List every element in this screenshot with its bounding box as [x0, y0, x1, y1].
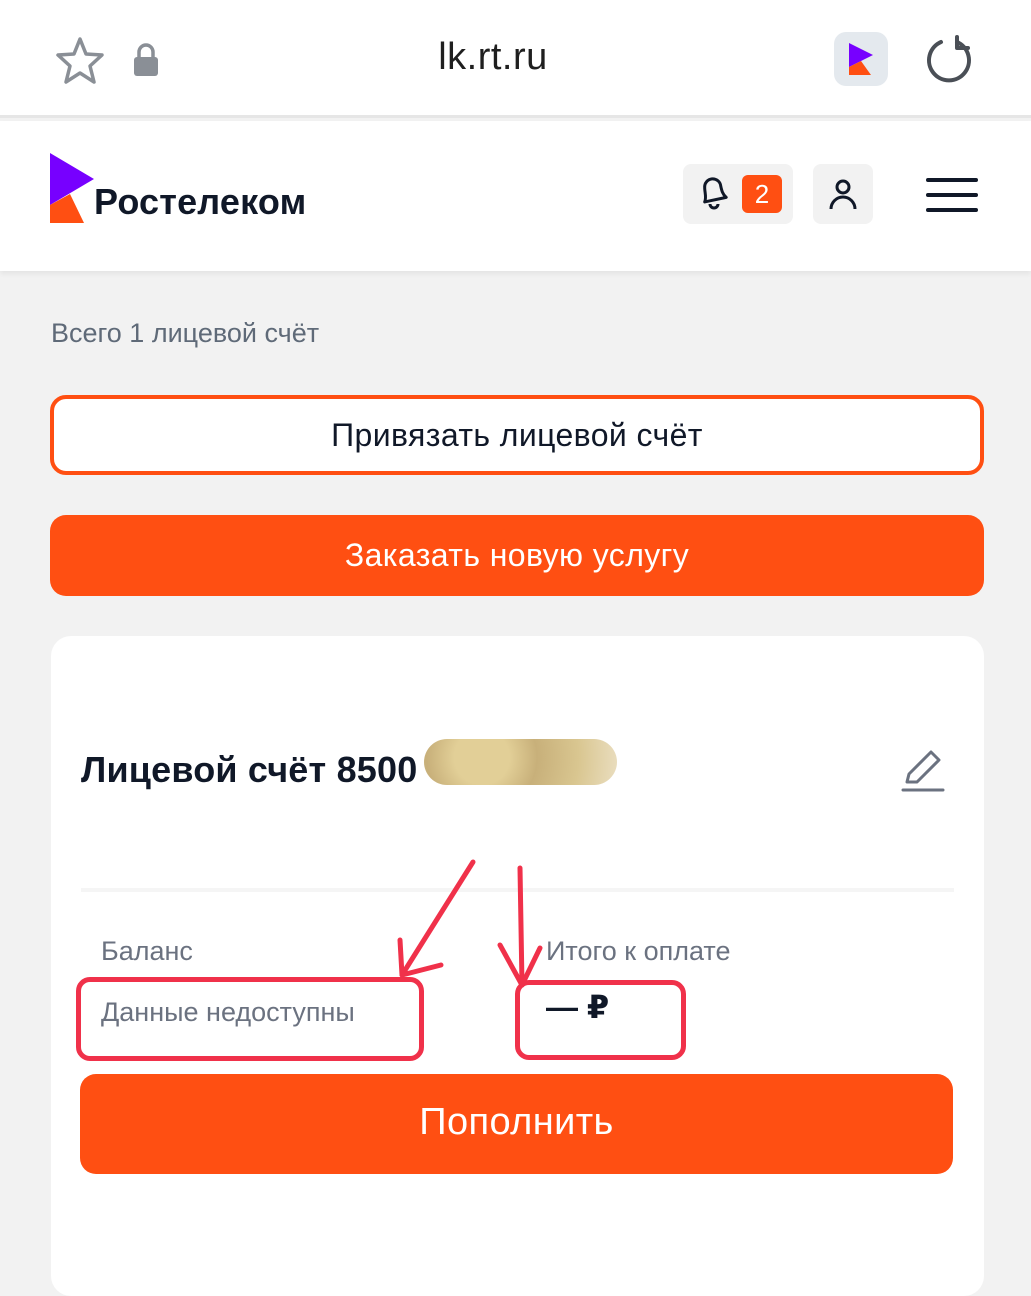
annotation-box-balance [76, 977, 424, 1061]
account-number-redaction [424, 739, 617, 785]
order-new-service-button[interactable]: Заказать новую услугу [50, 515, 984, 596]
browser-address-bar: lk.rt.ru [0, 0, 1031, 118]
logo-mark [50, 153, 94, 223]
total-to-pay-label: Итого к оплате [546, 936, 731, 966]
brand-name: Ростелеком [94, 181, 307, 222]
site-header: Ростелеком 2 [0, 121, 1031, 271]
profile-icon [829, 179, 857, 210]
reload-icon[interactable] [924, 34, 976, 86]
top-up-button[interactable]: Пополнить [80, 1074, 953, 1174]
menu-icon[interactable] [926, 176, 980, 214]
balance-label: Баланс [101, 936, 193, 966]
annotation-box-total [515, 980, 686, 1060]
card-divider [81, 888, 954, 892]
link-account-button[interactable]: Привязать лицевой счёт [50, 395, 984, 475]
account-card: Лицевой счёт 8500 Баланс Данные недоступ… [51, 636, 984, 1296]
account-title: Лицевой счёт 8500 [81, 749, 418, 790]
accounts-count-text: Всего 1 лицевой счёт [51, 318, 320, 348]
notifications-button[interactable]: 2 [683, 164, 793, 224]
edit-icon[interactable] [899, 746, 947, 796]
extension-button[interactable] [834, 32, 888, 86]
profile-button[interactable] [813, 164, 873, 224]
bell-icon [703, 177, 728, 210]
notification-count-badge: 2 [742, 175, 782, 213]
rostelecom-extension-icon [849, 43, 873, 75]
